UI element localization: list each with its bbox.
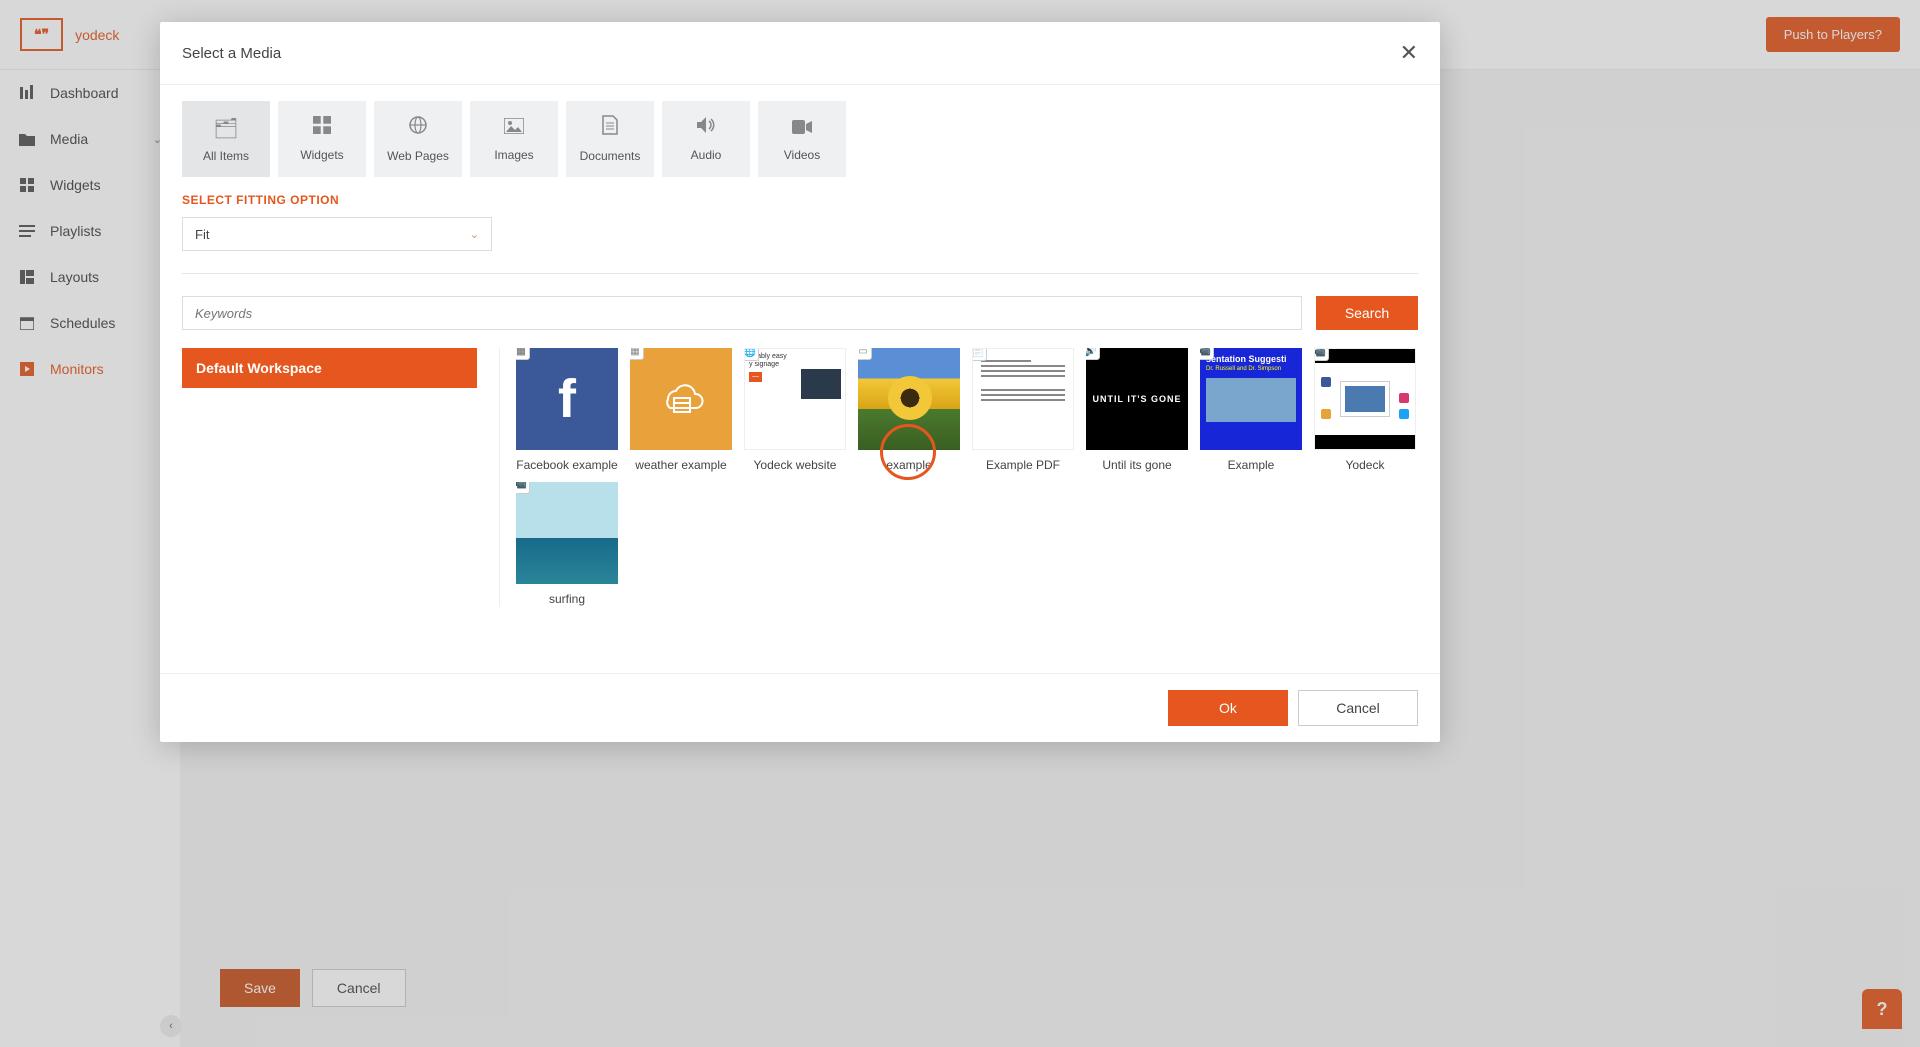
tab-all-items[interactable]: 🗂 All Items (182, 101, 270, 177)
media-type-tabs: 🗂 All Items Widgets Web Pages Images (182, 101, 1418, 177)
tab-label: All Items (203, 149, 249, 163)
tab-audio[interactable]: Audio (662, 101, 750, 177)
tab-label: Web Pages (387, 149, 449, 163)
image-icon (504, 117, 524, 140)
media-label: example (886, 458, 931, 474)
webpage-badge-icon: 🌐 (744, 348, 759, 361)
chevron-down-icon: ⌄ (470, 228, 479, 241)
media-item-surfing[interactable]: 📹 surfing (514, 482, 620, 608)
tab-label: Videos (784, 148, 820, 162)
media-label: Example PDF (986, 458, 1060, 474)
select-media-modal: Select a Media ✕ 🗂 All Items Widgets Web… (160, 22, 1440, 742)
media-label: Example (1228, 458, 1275, 474)
tab-web-pages[interactable]: Web Pages (374, 101, 462, 177)
video-badge-icon: 📹 (1200, 348, 1214, 360)
fitting-select[interactable]: Fit ⌄ (182, 217, 492, 251)
widget-badge-icon: ▦ (630, 348, 644, 360)
document-badge-icon: 📄 (972, 348, 987, 361)
workspace-default[interactable]: Default Workspace (182, 348, 477, 388)
grid-icon (313, 116, 331, 140)
media-label: Until its gone (1102, 458, 1171, 474)
fitting-option-label: SELECT FITTING OPTION (182, 193, 1418, 207)
media-item-yodeck-website[interactable]: ratably easyy signage— 🌐 Yodeck website (742, 348, 848, 474)
modal-header: Select a Media ✕ (160, 22, 1440, 85)
thumbnail: ratably easyy signage— 🌐 (744, 348, 846, 450)
globe-icon (408, 115, 428, 141)
workspace-column: Default Workspace (182, 348, 477, 607)
media-item-example-image[interactable]: ▭ example (856, 348, 962, 474)
thumbnail: ▦ (630, 348, 732, 450)
media-item-facebook[interactable]: f ▦ Facebook example (514, 348, 620, 474)
media-label: weather example (635, 458, 726, 474)
media-label: surfing (549, 592, 585, 608)
media-label: Yodeck (1346, 458, 1385, 474)
document-icon (602, 115, 618, 141)
tab-videos[interactable]: Videos (758, 101, 846, 177)
media-item-example-video[interactable]: sentation Suggesti Dr. Russell and Dr. S… (1198, 348, 1304, 474)
search-row: Search (182, 296, 1418, 330)
tab-images[interactable]: Images (470, 101, 558, 177)
cancel-button[interactable]: Cancel (1298, 690, 1418, 726)
media-item-pdf[interactable]: 📄 Example PDF (970, 348, 1076, 474)
tab-label: Images (494, 148, 533, 162)
modal-title: Select a Media (182, 45, 281, 62)
modal-footer: Ok Cancel (160, 673, 1440, 742)
thumbnail: ▭ (858, 348, 960, 450)
video-icon (792, 117, 812, 140)
media-item-until-its-gone[interactable]: UNTIL IT'S GONE 🔊 Until its gone (1084, 348, 1190, 474)
tab-label: Widgets (300, 148, 343, 162)
modal-body: 🗂 All Items Widgets Web Pages Images (160, 85, 1440, 673)
tab-label: Audio (691, 148, 722, 162)
video-badge-icon: 📹 (1314, 348, 1329, 361)
folder-icon: 🗂 (213, 116, 238, 141)
media-label: Facebook example (516, 458, 617, 474)
close-button[interactable]: ✕ (1400, 40, 1418, 66)
media-item-yodeck-video[interactable]: 📹 Yodeck (1312, 348, 1418, 474)
fitting-value: Fit (195, 227, 209, 242)
media-item-weather[interactable]: ▦ weather example (628, 348, 734, 474)
thumbnail: f ▦ (516, 348, 618, 450)
thumbnail: 📹 (516, 482, 618, 584)
content-row: Default Workspace f ▦ Facebook example ▦… (182, 348, 1418, 607)
tab-documents[interactable]: Documents (566, 101, 654, 177)
video-badge-icon: 📹 (516, 482, 530, 494)
thumbnail: UNTIL IT'S GONE 🔊 (1086, 348, 1188, 450)
widget-badge-icon: ▦ (516, 348, 530, 360)
audio-icon (696, 116, 716, 140)
close-icon: ✕ (1400, 40, 1418, 65)
thumbnail: 📄 (972, 348, 1074, 450)
tab-label: Documents (580, 149, 641, 163)
search-button[interactable]: Search (1316, 296, 1418, 330)
media-grid: f ▦ Facebook example ▦ weather example r… (499, 348, 1418, 607)
image-badge-icon: ▭ (858, 348, 872, 360)
divider (182, 273, 1418, 274)
thumbnail: 📹 (1314, 348, 1416, 450)
thumbnail: sentation Suggesti Dr. Russell and Dr. S… (1200, 348, 1302, 450)
audio-badge-icon: 🔊 (1086, 348, 1100, 360)
search-input[interactable] (182, 296, 1302, 330)
ok-button[interactable]: Ok (1168, 690, 1288, 726)
tab-widgets[interactable]: Widgets (278, 101, 366, 177)
media-label: Yodeck website (754, 458, 837, 474)
